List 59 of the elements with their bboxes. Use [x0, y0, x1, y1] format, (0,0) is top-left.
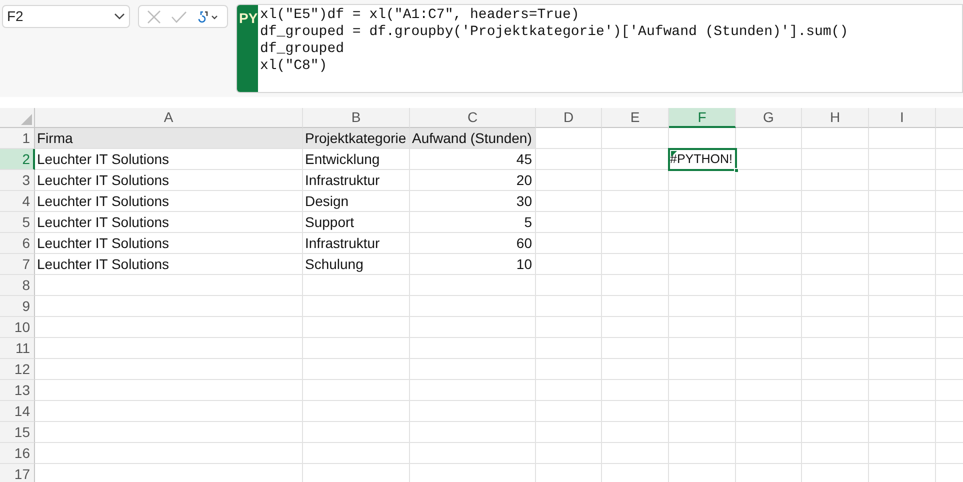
- row-header[interactable]: 7: [0, 254, 35, 275]
- formula-bar[interactable]: PY xl("E5")df = xl("A1:C7", headers=True) df_grouped = df.groupby('Projektkategorie')['Aufwand (Stunden)'].sum() df_grouped xl("C8"): [236, 4, 963, 93]
- column-header[interactable]: D: [536, 108, 602, 128]
- column-header[interactable]: G: [736, 108, 802, 128]
- table-header-cell[interactable]: Firma: [35, 128, 303, 149]
- table-header-cell[interactable]: Projektkategorie: [303, 128, 410, 149]
- table-cell[interactable]: Leuchter IT Solutions: [35, 170, 303, 191]
- row-header[interactable]: 1: [0, 128, 35, 149]
- error-cell[interactable]: #PYTHON!: [669, 149, 736, 170]
- dropdown-caret-icon: [114, 13, 125, 20]
- table-cell[interactable]: Leuchter IT Solutions: [35, 233, 303, 254]
- table-cell[interactable]: Leuchter IT Solutions: [35, 149, 303, 170]
- row-header[interactable]: 2: [0, 149, 35, 170]
- select-all-icon[interactable]: [21, 114, 32, 125]
- row-header[interactable]: 9: [0, 296, 35, 317]
- python-mode-icon[interactable]: [197, 10, 219, 24]
- table-cell[interactable]: 45: [410, 149, 536, 170]
- column-header[interactable]: H: [802, 108, 869, 128]
- row-header[interactable]: 12: [0, 359, 35, 380]
- row-header[interactable]: 14: [0, 401, 35, 422]
- table-cell[interactable]: 60: [410, 233, 536, 254]
- row-header[interactable]: 10: [0, 317, 35, 338]
- table-cell[interactable]: Infrastruktur: [303, 170, 410, 191]
- table-cell[interactable]: Infrastruktur: [303, 233, 410, 254]
- cell-reference: F2: [7, 7, 24, 26]
- python-badge: PY: [237, 5, 258, 92]
- row-header[interactable]: 16: [0, 443, 35, 464]
- table-cell[interactable]: 30: [410, 191, 536, 212]
- row-header[interactable]: 4: [0, 191, 35, 212]
- table-cell[interactable]: 5: [410, 212, 536, 233]
- python-code: xl("E5")df = xl("A1:C7", headers=True) df_grouped = df.groupby('Projektkategorie')['Aufwand (Stunden)'].sum() df_grouped xl("C8"): [259, 6, 850, 76]
- column-header[interactable]: F: [669, 108, 736, 128]
- row-header[interactable]: 8: [0, 275, 35, 296]
- table-cell[interactable]: 10: [410, 254, 536, 275]
- row-header[interactable]: 6: [0, 233, 35, 254]
- table-cell[interactable]: Schulung: [303, 254, 410, 275]
- table-cell[interactable]: Leuchter IT Solutions: [35, 254, 303, 275]
- row-header[interactable]: 17: [0, 464, 35, 482]
- column-header[interactable]: E: [602, 108, 669, 128]
- column-header[interactable]: A: [35, 108, 303, 128]
- table-header-cell[interactable]: Aufwand (Stunden): [410, 128, 536, 149]
- row-header[interactable]: 5: [0, 212, 35, 233]
- table-cell[interactable]: Support: [303, 212, 410, 233]
- column-header[interactable]: C: [410, 108, 536, 128]
- table-cell[interactable]: Leuchter IT Solutions: [35, 212, 303, 233]
- table-cell[interactable]: Design: [303, 191, 410, 212]
- name-box[interactable]: F2: [2, 5, 130, 28]
- column-header[interactable]: B: [303, 108, 410, 128]
- table-cell[interactable]: 20: [410, 170, 536, 191]
- row-header[interactable]: 15: [0, 422, 35, 443]
- checkmark-icon[interactable]: [171, 10, 187, 22]
- cancel-icon[interactable]: [147, 10, 161, 24]
- column-header[interactable]: I: [869, 108, 936, 128]
- row-header[interactable]: 3: [0, 170, 35, 191]
- row-header[interactable]: 11: [0, 338, 35, 359]
- row-header[interactable]: 13: [0, 380, 35, 401]
- table-cell[interactable]: Leuchter IT Solutions: [35, 191, 303, 212]
- header-filler: [936, 108, 963, 128]
- table-cell[interactable]: Entwicklung: [303, 149, 410, 170]
